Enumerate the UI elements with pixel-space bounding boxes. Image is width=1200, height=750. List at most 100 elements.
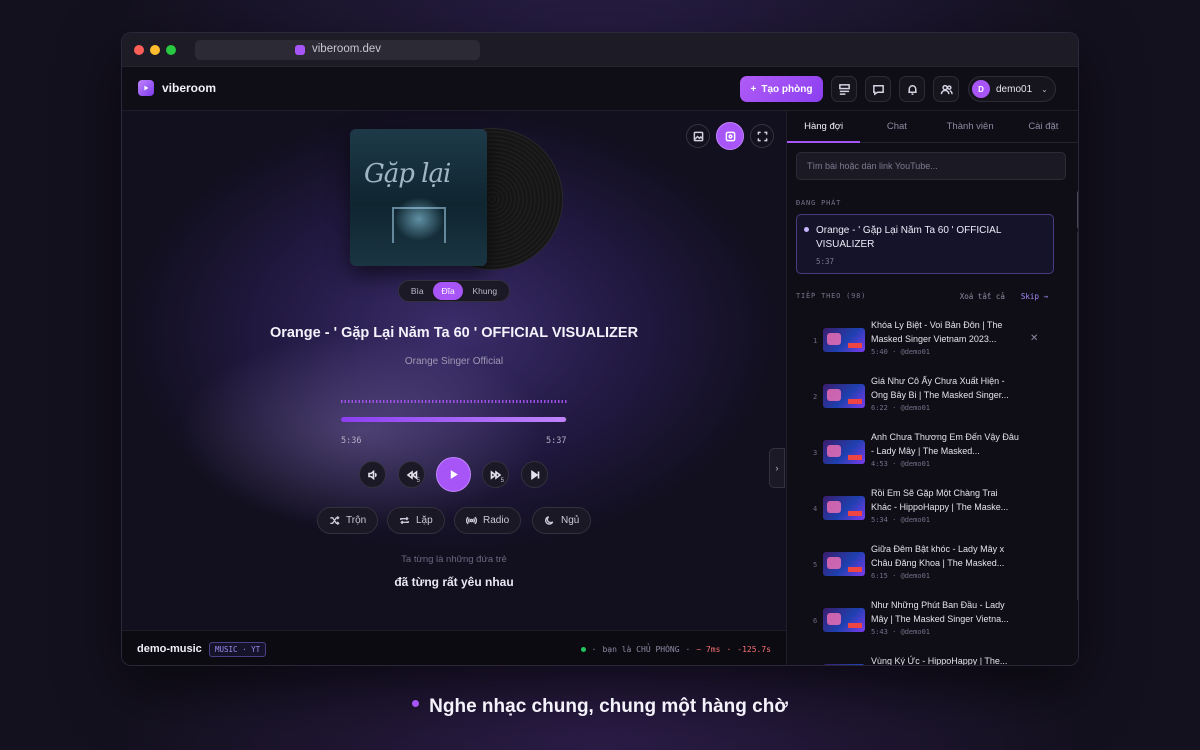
play-icon bbox=[450, 470, 458, 479]
skip-button[interactable]: Skip → bbox=[1021, 292, 1048, 301]
toggle-sidebar-button[interactable]: › bbox=[769, 448, 785, 488]
layout-icon bbox=[838, 83, 850, 95]
seek-back-seconds: 5 bbox=[416, 478, 420, 484]
connection-status: · bạn là CHỦ PHÒNG · ~ 7ms · -125.7s bbox=[580, 645, 771, 654]
repeat-button[interactable]: Lặp bbox=[387, 507, 445, 534]
skip-next-button[interactable] bbox=[521, 461, 548, 488]
queue-item-number: 3 bbox=[813, 449, 818, 457]
chat-bubble-icon bbox=[872, 84, 884, 96]
play-button[interactable] bbox=[436, 457, 471, 492]
queue-item-meta: 5:43 · @demo01 bbox=[871, 628, 931, 636]
queue-item[interactable]: 1 Khóa Ly Biệt - Voi Bản Đôn | The Masked… bbox=[807, 317, 1057, 367]
queue-item[interactable]: 3 Anh Chưa Thương Em Đến Vậy Đâu - Lady M… bbox=[807, 429, 1057, 479]
remove-item-icon[interactable]: ✕ bbox=[1030, 333, 1038, 344]
search-input[interactable] bbox=[796, 152, 1066, 180]
chevron-down-icon: ⌄ bbox=[1041, 84, 1048, 94]
player-stage: Gặp lại Bìa Đĩa Khung Orange - ' Gặp Lại… bbox=[122, 111, 786, 630]
radio-button[interactable]: Radio bbox=[454, 507, 522, 534]
minimize-window-button[interactable] bbox=[150, 45, 160, 55]
seek-forward-button[interactable]: 5 bbox=[482, 461, 509, 488]
cover-art-booth bbox=[392, 207, 446, 243]
sleep-timer-button[interactable]: Ngủ bbox=[532, 507, 592, 534]
queue-item-number: 1 bbox=[813, 337, 818, 345]
art-mode-frame[interactable]: Khung bbox=[464, 282, 505, 300]
room-status-bar: demo-music MUSIC · YT · bạn là CHỦ PHÒNG… bbox=[122, 630, 786, 665]
scrollbar-track[interactable] bbox=[1077, 231, 1078, 601]
queue-item[interactable]: 4 Rồi Em Sẽ Gặp Một Chàng Trai Khác - Hip… bbox=[807, 485, 1057, 535]
queue-item[interactable]: 2 Giá Như Cô Ấy Chưa Xuất Hiện - Ong Bây … bbox=[807, 373, 1057, 423]
queue-item-thumbnail bbox=[823, 552, 865, 576]
seek-back-button[interactable]: 5 bbox=[398, 461, 425, 488]
progress-bar[interactable] bbox=[341, 417, 567, 422]
room-badge: MUSIC · YT bbox=[209, 642, 267, 657]
queue-actions: Xoá tất cả Skip → bbox=[960, 292, 1048, 301]
queue-item-number: 2 bbox=[813, 393, 818, 401]
queue-item[interactable]: 5 Giữa Đêm Bật khóc - Lady Mây x Châu Đăn… bbox=[807, 541, 1057, 591]
separator: · bbox=[591, 645, 597, 654]
lyric-current: đã từng rất yêu nhau bbox=[394, 575, 514, 589]
art-mode-toggle: Bìa Đĩa Khung bbox=[398, 280, 510, 302]
role-text: bạn là CHỦ PHÒNG bbox=[602, 645, 680, 654]
app-brand[interactable]: viberoom bbox=[138, 80, 216, 96]
fullscreen-button[interactable] bbox=[750, 124, 774, 148]
vinyl-view-button[interactable] bbox=[716, 122, 744, 150]
sleep-label: Ngủ bbox=[561, 515, 580, 526]
queue-item-title: Giữa Đêm Bật khóc - Lady Mây x Châu Đăng… bbox=[871, 544, 1005, 568]
cover-view-button[interactable] bbox=[686, 124, 710, 148]
queue-item-thumbnail bbox=[823, 440, 865, 464]
queue-item-title: Như Những Phút Ban Đầu - Lady Mây | The … bbox=[871, 600, 1009, 624]
user-menu[interactable]: D demo01 ⌄ bbox=[968, 76, 1056, 102]
tab-members[interactable]: Thành viên bbox=[934, 111, 1007, 142]
avatar: D bbox=[972, 80, 990, 98]
separator: · bbox=[685, 645, 691, 654]
repeat-label: Lặp bbox=[416, 515, 433, 526]
queue-item-title: Rồi Em Sẽ Gặp Một Chàng Trai Khác - Hipp… bbox=[871, 488, 1009, 512]
radio-label: Radio bbox=[483, 515, 510, 526]
album-cover: Gặp lại bbox=[350, 129, 487, 266]
room-name: demo-music bbox=[137, 643, 202, 655]
queue-item-title: Anh Chưa Thương Em Đến Vậy Đâu - Lady Mâ… bbox=[871, 432, 1019, 456]
skip-next-icon bbox=[530, 469, 539, 480]
elapsed-time: 5:36 bbox=[341, 436, 362, 446]
repeat-icon bbox=[400, 516, 409, 525]
username: demo01 bbox=[996, 83, 1033, 95]
queue-item[interactable]: 6 Như Những Phút Ban Đầu - Lady Mây | The… bbox=[807, 597, 1057, 647]
close-window-button[interactable] bbox=[134, 45, 144, 55]
now-playing-card[interactable]: Orange - ' Gặp Lại Năm Ta 60 ' OFFICIAL … bbox=[796, 214, 1054, 274]
address-text: viberoom.dev bbox=[312, 43, 382, 55]
queue-item[interactable]: Vùng Ký Ức - HippoHappy | The... bbox=[807, 653, 1057, 665]
shuffle-button[interactable]: Trộn bbox=[317, 507, 379, 534]
sidebar-panel: Hàng đợi Chat Thành viên Cài đặt ĐANG PH… bbox=[786, 111, 1078, 665]
up-next-heading: TIẾP THEO (98) bbox=[796, 292, 867, 300]
tab-settings[interactable]: Cài đặt bbox=[1007, 111, 1078, 142]
queue-item-title: Giá Như Cô Ấy Chưa Xuất Hiện - Ong Bây B… bbox=[871, 376, 1009, 400]
fullscreen-icon bbox=[757, 131, 767, 141]
members-button[interactable] bbox=[933, 76, 959, 102]
chevron-right-icon: › bbox=[775, 463, 779, 473]
create-room-label: Tạo phòng bbox=[761, 83, 813, 95]
volume-icon bbox=[367, 469, 377, 480]
queue-item-meta: 5:40 · @demo01 bbox=[871, 348, 931, 356]
volume-button[interactable] bbox=[359, 461, 386, 488]
maximize-window-button[interactable] bbox=[166, 45, 176, 55]
clear-queue-button[interactable]: Xoá tất cả bbox=[960, 292, 1005, 301]
scrollbar-thumb[interactable] bbox=[1077, 191, 1078, 229]
queue-item-thumbnail bbox=[823, 608, 865, 632]
bell-icon bbox=[907, 84, 917, 95]
online-indicator-icon bbox=[580, 647, 586, 652]
tab-chat[interactable]: Chat bbox=[860, 111, 933, 142]
tab-queue[interactable]: Hàng đợi bbox=[787, 111, 861, 143]
total-time: 5:37 bbox=[546, 436, 567, 446]
cover-art-lettering: Gặp lại bbox=[364, 159, 451, 189]
browser-window: viberoom.dev viberoom + Tạo phòng D demo… bbox=[121, 32, 1079, 666]
notifications-button[interactable] bbox=[899, 76, 925, 102]
disc-icon bbox=[725, 131, 735, 141]
separator: · bbox=[726, 645, 732, 654]
chat-button[interactable] bbox=[865, 76, 891, 102]
address-bar[interactable]: viberoom.dev bbox=[195, 40, 480, 60]
art-mode-disc[interactable]: Đĩa bbox=[433, 282, 463, 300]
queue-item-meta: 6:22 · @demo01 bbox=[871, 404, 931, 412]
art-mode-cover[interactable]: Bìa bbox=[403, 282, 432, 300]
layout-button[interactable] bbox=[831, 76, 857, 102]
create-room-button[interactable]: + Tạo phòng bbox=[740, 76, 823, 102]
